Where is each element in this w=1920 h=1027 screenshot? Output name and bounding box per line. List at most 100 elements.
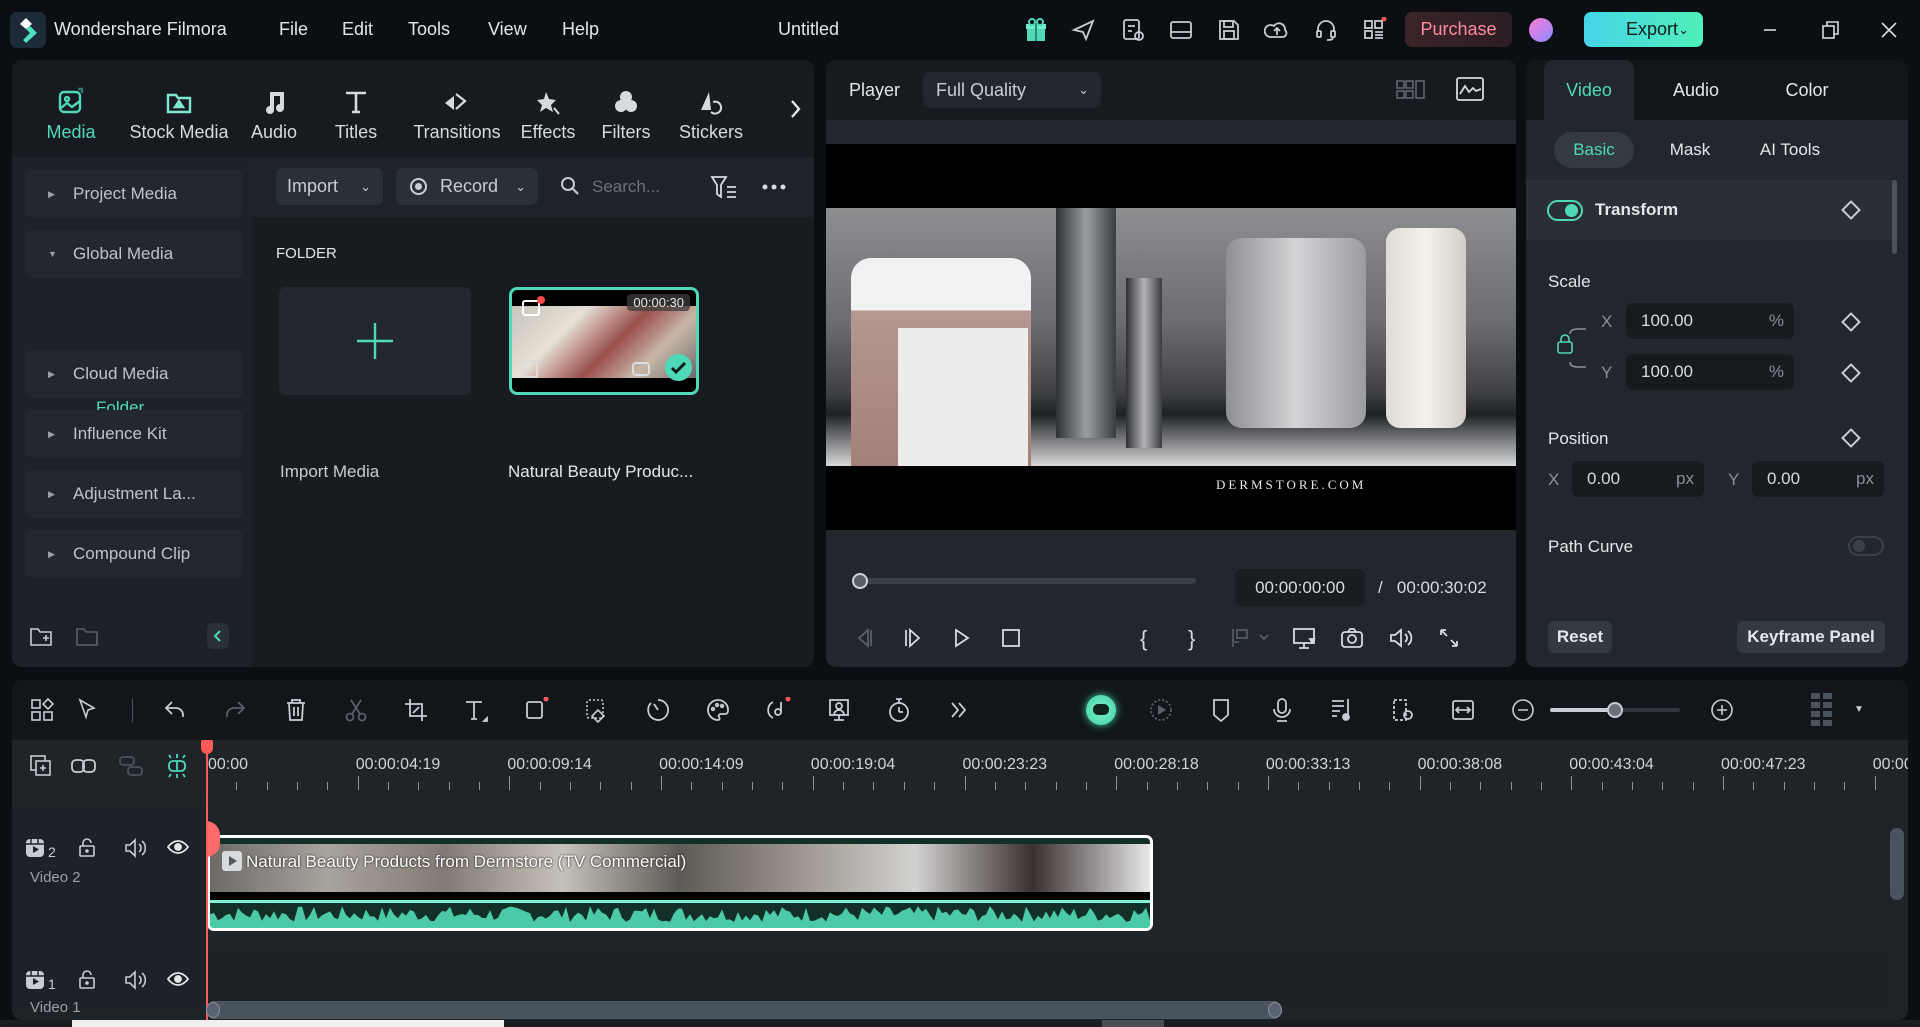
snapshot-camera-icon[interactable] [1340, 627, 1364, 649]
layout-icon[interactable] [1168, 17, 1194, 43]
tabs-next-chevron-icon[interactable] [788, 98, 802, 120]
headset-icon[interactable] [1313, 17, 1339, 43]
tab-stock-media[interactable]: Stock Media [124, 86, 234, 143]
timeline-horizontal-scrollbar[interactable] [206, 1001, 1282, 1019]
tab-effects[interactable]: Effects [518, 86, 578, 143]
position-keyframe-icon[interactable] [1841, 428, 1861, 448]
scroll-handle-right[interactable] [1268, 1002, 1282, 1018]
scale-x-keyframe-icon[interactable] [1841, 312, 1861, 332]
timer-icon[interactable] [886, 697, 912, 723]
link-icon[interactable] [70, 754, 98, 778]
playback-progress-knob[interactable] [852, 573, 868, 589]
presenter-icon[interactable] [826, 697, 852, 723]
zoom-in-icon[interactable] [1709, 697, 1735, 723]
filter-sort-icon[interactable] [710, 174, 738, 200]
tab-media[interactable]: Media [42, 86, 100, 143]
track-mute-icon[interactable] [124, 838, 146, 858]
menu-view[interactable]: View [488, 19, 527, 40]
current-time[interactable]: 00:00:00:00 [1235, 569, 1365, 606]
crop-icon[interactable] [403, 697, 429, 723]
fullscreen-icon[interactable] [1438, 627, 1460, 649]
tab-stickers[interactable]: Stickers [671, 86, 751, 143]
import-media-tile[interactable] [279, 287, 471, 395]
delete-icon[interactable] [283, 697, 309, 723]
sidebar-item-influence-kit[interactable]: ▶ Influence Kit [25, 410, 243, 458]
render-preview-icon[interactable] [1148, 697, 1174, 723]
tab-transitions[interactable]: Transitions [402, 86, 512, 143]
record-dropdown[interactable]: Record ⌄ [396, 168, 538, 205]
position-y-input[interactable]: 0.00 px [1752, 461, 1884, 497]
timeline-ruler[interactable]: 00:00 00:00:04:19 00:00:09:14 00:00:14:09 00… [12, 740, 1908, 792]
timeline-vertical-scrollbar[interactable] [1890, 828, 1904, 900]
send-icon[interactable] [1071, 17, 1097, 43]
export-button[interactable]: Export ⌄ [1584, 12, 1703, 47]
speed-icon[interactable] [645, 697, 671, 723]
tab-audio[interactable]: Audio [244, 86, 304, 143]
track-mute-icon[interactable] [124, 970, 146, 990]
lock-ratio-icon[interactable] [1556, 322, 1590, 382]
reset-button[interactable]: Reset [1548, 621, 1612, 653]
more-options-icon[interactable] [762, 184, 786, 190]
auto-beat-icon[interactable] [1329, 697, 1355, 723]
scale-y-keyframe-icon[interactable] [1841, 363, 1861, 383]
scopes-icon[interactable] [1456, 77, 1484, 101]
quality-dropdown[interactable]: Full Quality ⌄ [923, 72, 1101, 108]
cloud-upload-icon[interactable] [1264, 17, 1290, 43]
track-visibility-eye-icon[interactable] [167, 971, 189, 987]
subtab-mask[interactable]: Mask [1650, 132, 1730, 168]
playhead[interactable] [206, 740, 208, 1020]
apps-grid-icon[interactable] [1361, 17, 1387, 43]
menu-edit[interactable]: Edit [342, 19, 373, 40]
subtab-basic[interactable]: Basic [1554, 132, 1634, 168]
marker-icon[interactable] [1208, 697, 1234, 723]
minimize-icon[interactable] [1756, 16, 1784, 44]
save-icon[interactable] [1216, 17, 1242, 43]
track-lock-icon[interactable] [78, 970, 96, 990]
stop-icon[interactable] [1001, 627, 1021, 649]
play-icon[interactable] [953, 627, 971, 649]
restore-icon[interactable] [1816, 16, 1844, 44]
select-tool-icon[interactable] [76, 697, 102, 723]
keyframe-panel-button[interactable]: Keyframe Panel [1737, 621, 1885, 653]
color-palette-icon[interactable] [705, 697, 731, 723]
tab-filters[interactable]: Filters [598, 86, 654, 143]
tab-audio-inspector[interactable]: Audio [1651, 60, 1741, 120]
close-icon[interactable] [1875, 16, 1903, 44]
path-curve-toggle[interactable] [1848, 536, 1884, 556]
task-list-icon[interactable] [1120, 17, 1146, 43]
subtab-ai-tools[interactable]: AI Tools [1740, 132, 1840, 168]
fit-timeline-icon[interactable] [1450, 697, 1476, 723]
purchase-button[interactable]: Purchase [1405, 12, 1512, 47]
add-track-icon[interactable] [29, 754, 53, 778]
collapse-sidebar-button[interactable] [207, 623, 229, 649]
tab-video[interactable]: Video [1544, 60, 1634, 120]
track-lane-video-1[interactable] [206, 946, 1886, 1006]
video-preview[interactable]: DERMSTORE.COM [826, 144, 1516, 530]
ai-cutout-icon[interactable] [584, 697, 610, 723]
ai-copilot-icon[interactable] [1086, 695, 1116, 725]
inspector-scrollbar[interactable] [1892, 180, 1897, 254]
microphone-icon[interactable] [1269, 697, 1295, 723]
media-clip-thumbnail[interactable]: 00:00:30 [509, 287, 699, 395]
undo-icon[interactable] [162, 697, 188, 723]
previous-frame-icon[interactable] [854, 627, 874, 649]
new-folder-icon[interactable] [29, 625, 53, 647]
scale-y-input[interactable]: 100.00% [1626, 354, 1794, 390]
menu-tools[interactable]: Tools [408, 19, 450, 40]
next-frame-icon[interactable] [903, 627, 923, 649]
zoom-out-icon[interactable] [1510, 697, 1536, 723]
gift-icon[interactable] [1023, 17, 1049, 43]
user-avatar[interactable] [1529, 18, 1553, 42]
menu-file[interactable]: File [279, 19, 308, 40]
sidebar-item-compound-clip[interactable]: ▶ Compound Clip [25, 530, 243, 578]
volume-icon[interactable] [1388, 627, 1414, 649]
track-lock-icon[interactable] [78, 838, 96, 858]
mark-in-icon[interactable]: { [1140, 626, 1147, 652]
timeline-clip[interactable]: Natural Beauty Products from Dermstore (… [207, 835, 1153, 931]
clip-settings-icon[interactable] [1390, 697, 1416, 723]
ai-audio-icon[interactable] [766, 697, 792, 723]
track-height-icon[interactable] [1810, 692, 1834, 728]
layout-grid-icon[interactable] [29, 697, 55, 723]
search-input[interactable]: Search... [592, 177, 660, 197]
more-tools-chevron-icon[interactable] [946, 697, 972, 723]
